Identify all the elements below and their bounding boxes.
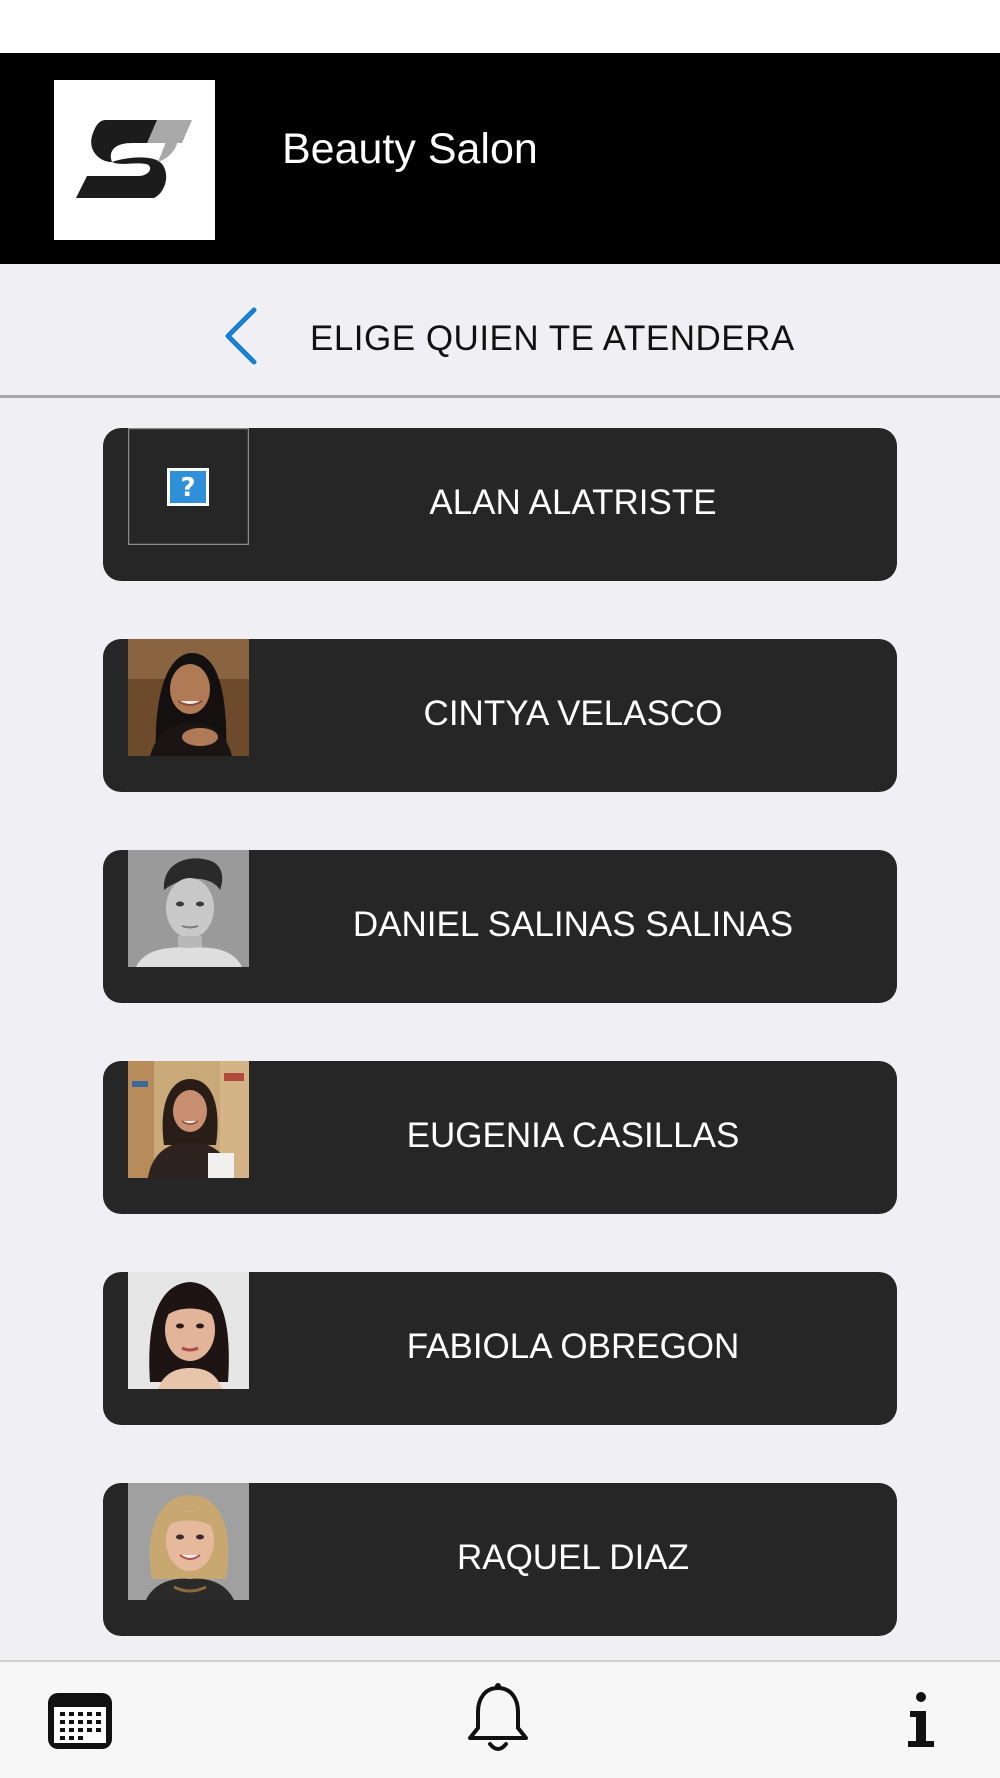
calendar-icon [48,1693,112,1749]
info-icon [908,1692,934,1747]
tab-bar [0,1660,1000,1778]
staff-photo [128,639,249,756]
svg-text:?: ? [180,473,195,503]
staff-name: ALAN ALATRISTE [429,483,717,522]
salon-logo-icon [54,80,215,240]
staff-photo [128,1061,249,1178]
back-button[interactable] [218,304,268,368]
chevron-left-icon [225,307,257,365]
staff-name: EUGENIA CASILLAS [406,1116,740,1155]
staff-card-raquel-diaz[interactable]: RAQUEL DIAZ [103,1483,897,1636]
staff-photo [128,850,249,967]
bell-icon [468,1683,528,1751]
tab-calendar[interactable] [46,1689,114,1751]
staff-name: DANIEL SALINAS SALINAS [352,905,794,944]
nav-bar: ELIGE QUIEN TE ATENDERA [0,264,1000,398]
tab-notifications[interactable] [464,1680,532,1756]
app-header: Beauty Salon [0,53,1000,264]
staff-name: RAQUEL DIAZ [456,1538,690,1577]
staff-card-daniel-salinas-salinas[interactable]: DANIEL SALINAS SALINAS [103,850,897,1003]
page-title: ELIGE QUIEN TE ATENDERA [310,319,795,358]
staff-card-alan-alatriste[interactable]: ? ALAN ALATRISTE [103,428,897,581]
staff-name: FABIOLA OBREGON [406,1327,740,1366]
staff-photo [128,1483,249,1600]
staff-name: CINTYA VELASCO [423,694,723,733]
tab-info[interactable] [896,1689,946,1751]
staff-photo [128,1272,249,1389]
app-title: Beauty Salon [282,125,538,173]
staff-card-cintya-velasco[interactable]: CINTYA VELASCO [103,639,897,792]
staff-list: ? ALAN ALATRISTE CINTYA VELASCO DANIEL S… [0,398,1000,1660]
status-bar [0,0,1000,53]
missing-image-icon: ? [128,428,249,545]
staff-card-fabiola-obregon[interactable]: FABIOLA OBREGON [103,1272,897,1425]
staff-card-eugenia-casillas[interactable]: EUGENIA CASILLAS [103,1061,897,1214]
